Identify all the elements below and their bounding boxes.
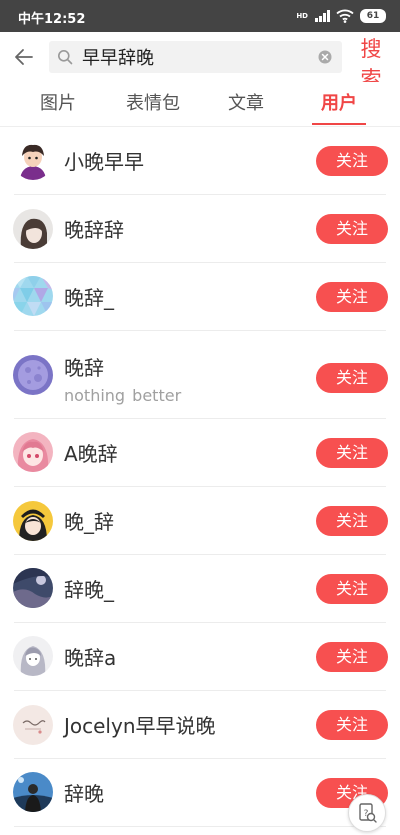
user-name: 辞晚_ — [64, 578, 114, 602]
user-name: 晚辞 — [64, 356, 104, 380]
follow-button[interactable]: 关注 — [316, 710, 388, 740]
tab-articles[interactable]: 文章 — [218, 82, 274, 126]
tab-users[interactable]: 用户 — [311, 82, 367, 126]
battery-icon: 61 — [360, 9, 386, 23]
avatar — [13, 568, 53, 608]
user-bio: nothing better — [64, 386, 182, 405]
active-tab-indicator — [312, 123, 366, 125]
status-time: 中午12:52 — [18, 12, 86, 27]
tab-stickers[interactable]: 表情包 — [116, 82, 190, 126]
signal-icon — [315, 10, 330, 22]
user-row[interactable]: 晚辞 nothing better 关注 — [0, 331, 400, 419]
user-row[interactable]: 小晚早早 关注 — [0, 127, 400, 195]
user-name: 晚辞a — [64, 646, 117, 670]
search-submit-button[interactable]: 搜索 — [356, 34, 386, 82]
clear-icon[interactable] — [318, 50, 332, 64]
network-type: HD — [296, 11, 308, 20]
user-row[interactable]: 辞晚 关注 — [0, 759, 400, 827]
avatar — [13, 140, 53, 180]
follow-button[interactable]: 关注 — [316, 146, 388, 176]
user-name: 晚辞辞 — [64, 218, 124, 242]
user-name: 晚_辞 — [64, 510, 114, 534]
user-row[interactable]: 晚辞_ 关注 — [0, 263, 400, 331]
avatar — [13, 432, 53, 472]
user-list: 小晚早早 关注 晚辞辞 关注 晚辞_ 关注 晚辞 nothing better … — [0, 127, 400, 827]
follow-button[interactable]: 关注 — [316, 642, 388, 672]
user-row[interactable]: 辞晚_ 关注 — [0, 555, 400, 623]
avatar — [13, 772, 53, 812]
back-button[interactable] — [10, 43, 38, 71]
follow-button[interactable]: 关注 — [316, 574, 388, 604]
image-search-button[interactable]: ? — [348, 794, 386, 832]
user-row[interactable]: Jocelyn早早说晚 关注 — [0, 691, 400, 759]
status-icons: HD 61 — [296, 7, 386, 25]
avatar — [13, 501, 53, 541]
follow-button[interactable]: 关注 — [316, 282, 388, 312]
user-row[interactable]: 晚_辞 关注 — [0, 487, 400, 555]
arrow-left-icon — [15, 49, 33, 65]
follow-button[interactable]: 关注 — [316, 214, 388, 244]
search-icon — [58, 50, 73, 65]
search-box[interactable] — [49, 41, 342, 73]
image-search-icon: ? — [359, 803, 377, 823]
search-header: 搜索 — [0, 32, 400, 82]
wifi-icon — [336, 9, 354, 23]
search-input[interactable] — [82, 41, 312, 73]
tab-images[interactable]: 图片 — [30, 82, 86, 126]
follow-button[interactable]: 关注 — [316, 438, 388, 468]
avatar — [13, 209, 53, 249]
user-row[interactable]: 晚辞a 关注 — [0, 623, 400, 691]
follow-button[interactable]: 关注 — [316, 363, 388, 393]
user-name: 晚辞_ — [64, 286, 114, 310]
user-row[interactable]: 晚辞辞 关注 — [0, 195, 400, 263]
avatar — [13, 705, 53, 745]
user-name: 小晚早早 — [64, 150, 144, 174]
result-tabs: 图片 表情包 文章 用户 — [0, 82, 400, 127]
user-name: Jocelyn早早说晚 — [64, 714, 216, 738]
battery-level: 61 — [366, 11, 380, 21]
status-bar: 中午12:52 HD 61 — [0, 0, 400, 32]
avatar — [13, 355, 53, 395]
avatar — [13, 276, 53, 316]
avatar — [13, 636, 53, 676]
user-row[interactable]: A晚辞 关注 — [0, 419, 400, 487]
user-name: A晚辞 — [64, 442, 118, 466]
user-name: 辞晚 — [64, 782, 104, 806]
follow-button[interactable]: 关注 — [316, 506, 388, 536]
